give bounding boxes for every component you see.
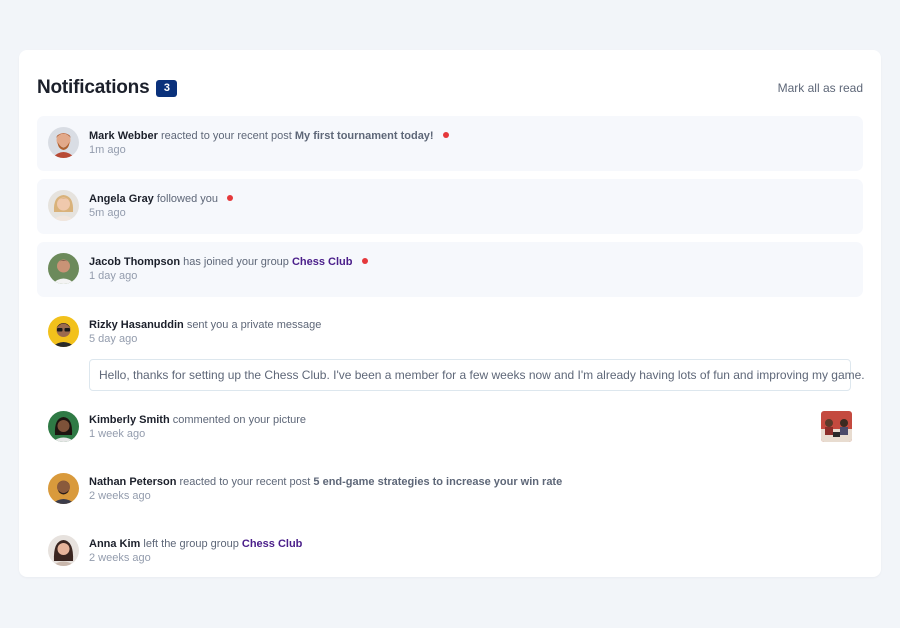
notification-action: reacted to your recent post: [160, 130, 292, 142]
avatar-anna-kim-icon[interactable]: [48, 535, 79, 566]
notification-action: commented on your picture: [172, 414, 307, 426]
notification-action: sent you a private message: [186, 319, 322, 331]
notification-item[interactable]: Mark Webber reacted to your recent post …: [37, 116, 863, 171]
user-name[interactable]: Jacob Thompson: [89, 256, 180, 268]
user-name[interactable]: Rizky Hasanuddin: [89, 319, 184, 331]
notification-text: Anna Kim left the group group Chess Club: [89, 538, 851, 551]
unread-dot: [227, 195, 234, 201]
notification-action: has joined your group: [183, 256, 289, 268]
notification-list: Mark Webber reacted to your recent post …: [37, 116, 865, 579]
notification-time: 5m ago: [89, 207, 126, 219]
user-name[interactable]: Mark Webber: [89, 130, 158, 142]
unread-dot: [361, 258, 368, 264]
notification-body: Nathan Peterson reacted to your recent p…: [89, 472, 851, 503]
notification-body: Jacob Thompson has joined your group Che…: [89, 252, 851, 283]
notifications-card: Notifications 3 Mark all as read Mark We…: [19, 50, 881, 577]
post-link[interactable]: 5 end-game strategies to increase your w…: [313, 476, 562, 488]
notification-item[interactable]: Angela Gray followed you 5m ago: [37, 179, 863, 234]
notification-action: reacted to your recent post: [179, 476, 311, 488]
notification-body: Anna Kim left the group group Chess Club…: [89, 534, 851, 565]
notification-item[interactable]: Anna Kim left the group group Chess Club…: [37, 524, 863, 579]
group-link[interactable]: Chess Club: [292, 256, 353, 268]
avatar-mark-webber-icon[interactable]: [48, 127, 79, 158]
notification-text: Rizky Hasanuddin sent you a private mess…: [89, 319, 851, 332]
avatar-angela-gray-icon[interactable]: [48, 190, 79, 221]
notification-item[interactable]: Nathan Peterson reacted to your recent p…: [37, 462, 863, 524]
notification-item[interactable]: Kimberly Smith commented on your picture…: [37, 400, 863, 462]
notification-time: 1m ago: [89, 144, 126, 156]
user-name[interactable]: Anna Kim: [89, 538, 140, 550]
user-name[interactable]: Kimberly Smith: [89, 414, 170, 426]
notification-text: Mark Webber reacted to your recent post …: [89, 130, 851, 143]
notifications-header: Notifications 3 Mark all as read: [37, 74, 863, 102]
group-link[interactable]: Chess Club: [242, 538, 303, 550]
notification-body: Angela Gray followed you 5m ago: [89, 189, 851, 220]
notification-item[interactable]: Rizky Hasanuddin sent you a private mess…: [37, 305, 865, 395]
notification-action: followed you: [156, 193, 219, 205]
notification-time: 5 day ago: [89, 333, 138, 345]
notification-time: 1 day ago: [89, 270, 138, 282]
avatar-kimberly-smith-icon[interactable]: [48, 411, 79, 442]
mark-all-as-read-button[interactable]: Mark all as read: [778, 81, 863, 95]
notification-time: 2 weeks ago: [89, 490, 151, 502]
notification-time: 2 weeks ago: [89, 552, 151, 564]
avatar-nathan-peterson-icon[interactable]: [48, 473, 79, 504]
notification-action: left the group group: [143, 538, 239, 550]
notification-text: Kimberly Smith commented on your picture: [89, 414, 851, 427]
notification-text: Jacob Thompson has joined your group Che…: [89, 256, 851, 269]
title-wrap: Notifications 3: [37, 77, 178, 99]
notification-body: Kimberly Smith commented on your picture…: [89, 410, 851, 441]
private-message-preview[interactable]: Hello, thanks for setting up the Chess C…: [89, 359, 865, 391]
user-name[interactable]: Nathan Peterson: [89, 476, 176, 488]
unread-count-badge: 3: [156, 79, 178, 97]
post-link[interactable]: My first tournament today!: [295, 130, 434, 142]
notification-item[interactable]: Jacob Thompson has joined your group Che…: [37, 242, 863, 297]
notification-body: Rizky Hasanuddin sent you a private mess…: [89, 315, 865, 391]
notification-time: 1 week ago: [89, 428, 146, 440]
avatar-rizky-hasanuddin-icon[interactable]: [48, 316, 79, 347]
chess-picture-thumbnail-icon[interactable]: [821, 411, 852, 442]
avatar-jacob-thompson-icon[interactable]: [48, 253, 79, 284]
page-title: Notifications: [37, 77, 150, 98]
user-name[interactable]: Angela Gray: [89, 193, 154, 205]
notification-body: Mark Webber reacted to your recent post …: [89, 126, 851, 157]
notification-text: Nathan Peterson reacted to your recent p…: [89, 476, 851, 489]
unread-dot: [442, 132, 449, 138]
notification-text: Angela Gray followed you: [89, 193, 851, 206]
